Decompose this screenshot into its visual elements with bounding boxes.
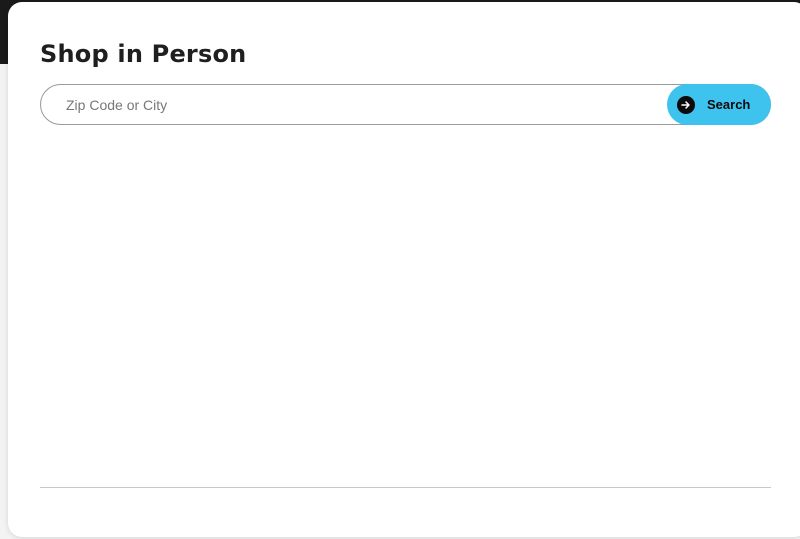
modal-title: Shop in Person xyxy=(40,40,247,68)
results-divider xyxy=(40,487,771,488)
arrow-right-circle-icon xyxy=(677,95,695,114)
location-search-input[interactable] xyxy=(40,84,771,125)
shop-in-person-modal: Shop in Person Search xyxy=(8,2,800,537)
search-button-label: Search xyxy=(707,97,751,112)
store-search-form: Search xyxy=(40,84,771,125)
search-button[interactable]: Search xyxy=(667,84,771,125)
